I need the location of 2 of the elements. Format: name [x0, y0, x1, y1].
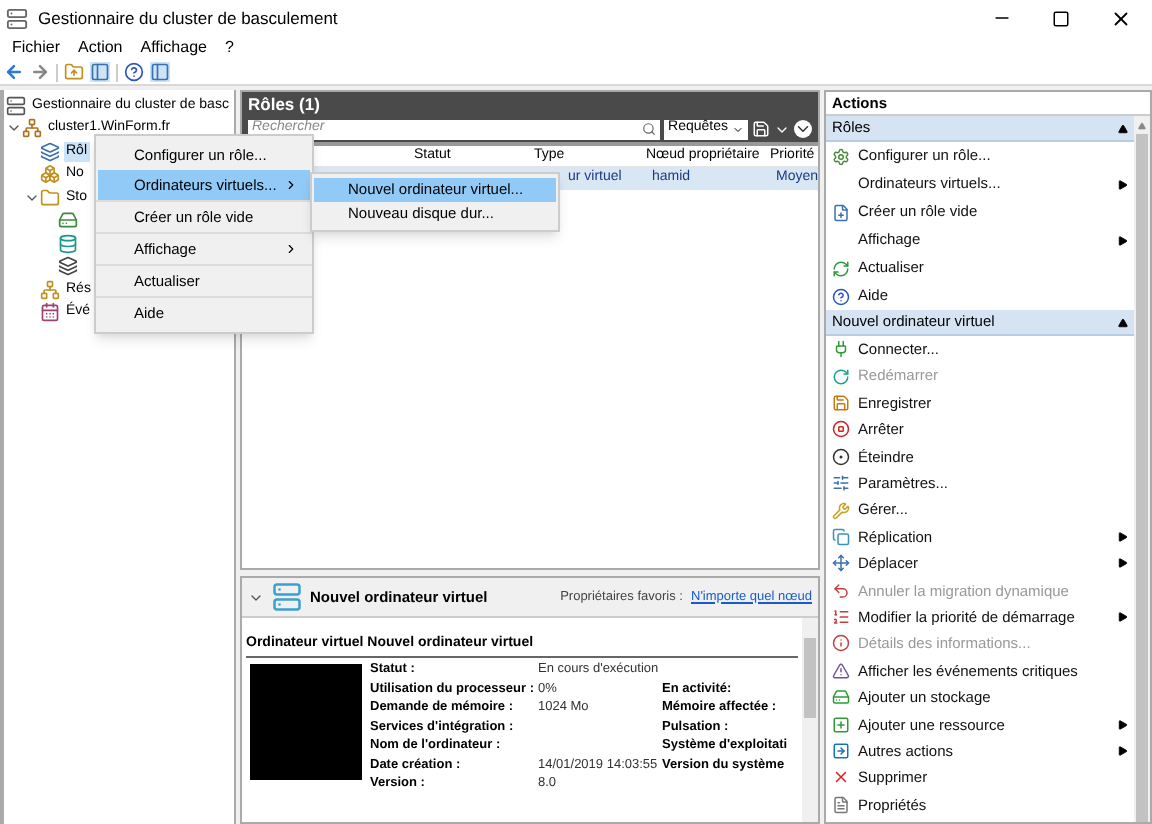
panel-title: Rôles (1)	[248, 91, 320, 117]
window-title: Gestionnaire du cluster de basculement	[38, 5, 340, 31]
